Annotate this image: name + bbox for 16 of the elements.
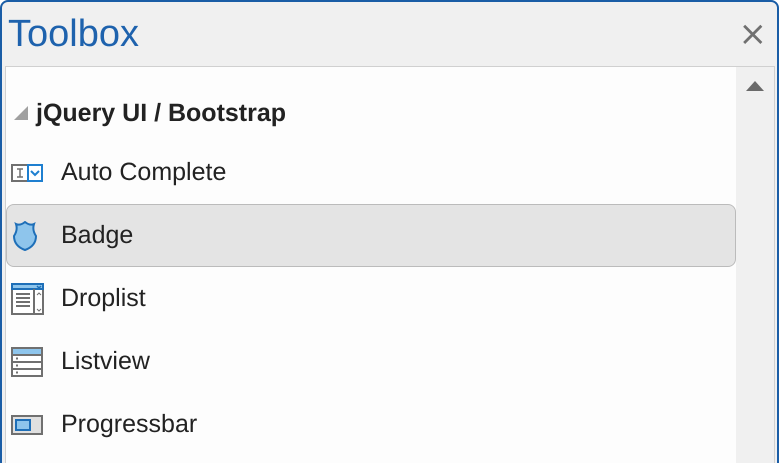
expanded-triangle-icon[interactable] — [14, 106, 28, 120]
scrollbar[interactable] — [736, 67, 774, 463]
shield-icon — [11, 220, 39, 250]
text-input-icon — [11, 164, 43, 182]
toolbox-item[interactable]: Progressbar — [6, 393, 736, 456]
list-icon — [11, 346, 43, 376]
toolbox-item[interactable]: Listview — [6, 330, 736, 393]
toolbox-item[interactable]: Auto Complete — [6, 141, 736, 204]
close-button[interactable]: × — [738, 17, 767, 51]
dropdown-list-icon — [11, 282, 44, 314]
toolbox-item[interactable]: Droplist — [6, 267, 736, 330]
toolbox-item[interactable]: Badge — [6, 204, 736, 267]
progress-bar-icon — [11, 414, 43, 434]
window-title: Toolbox — [8, 12, 139, 56]
group-header[interactable]: jQuery UI / Bootstrap — [6, 95, 736, 131]
scroll-up-icon[interactable] — [746, 81, 764, 91]
